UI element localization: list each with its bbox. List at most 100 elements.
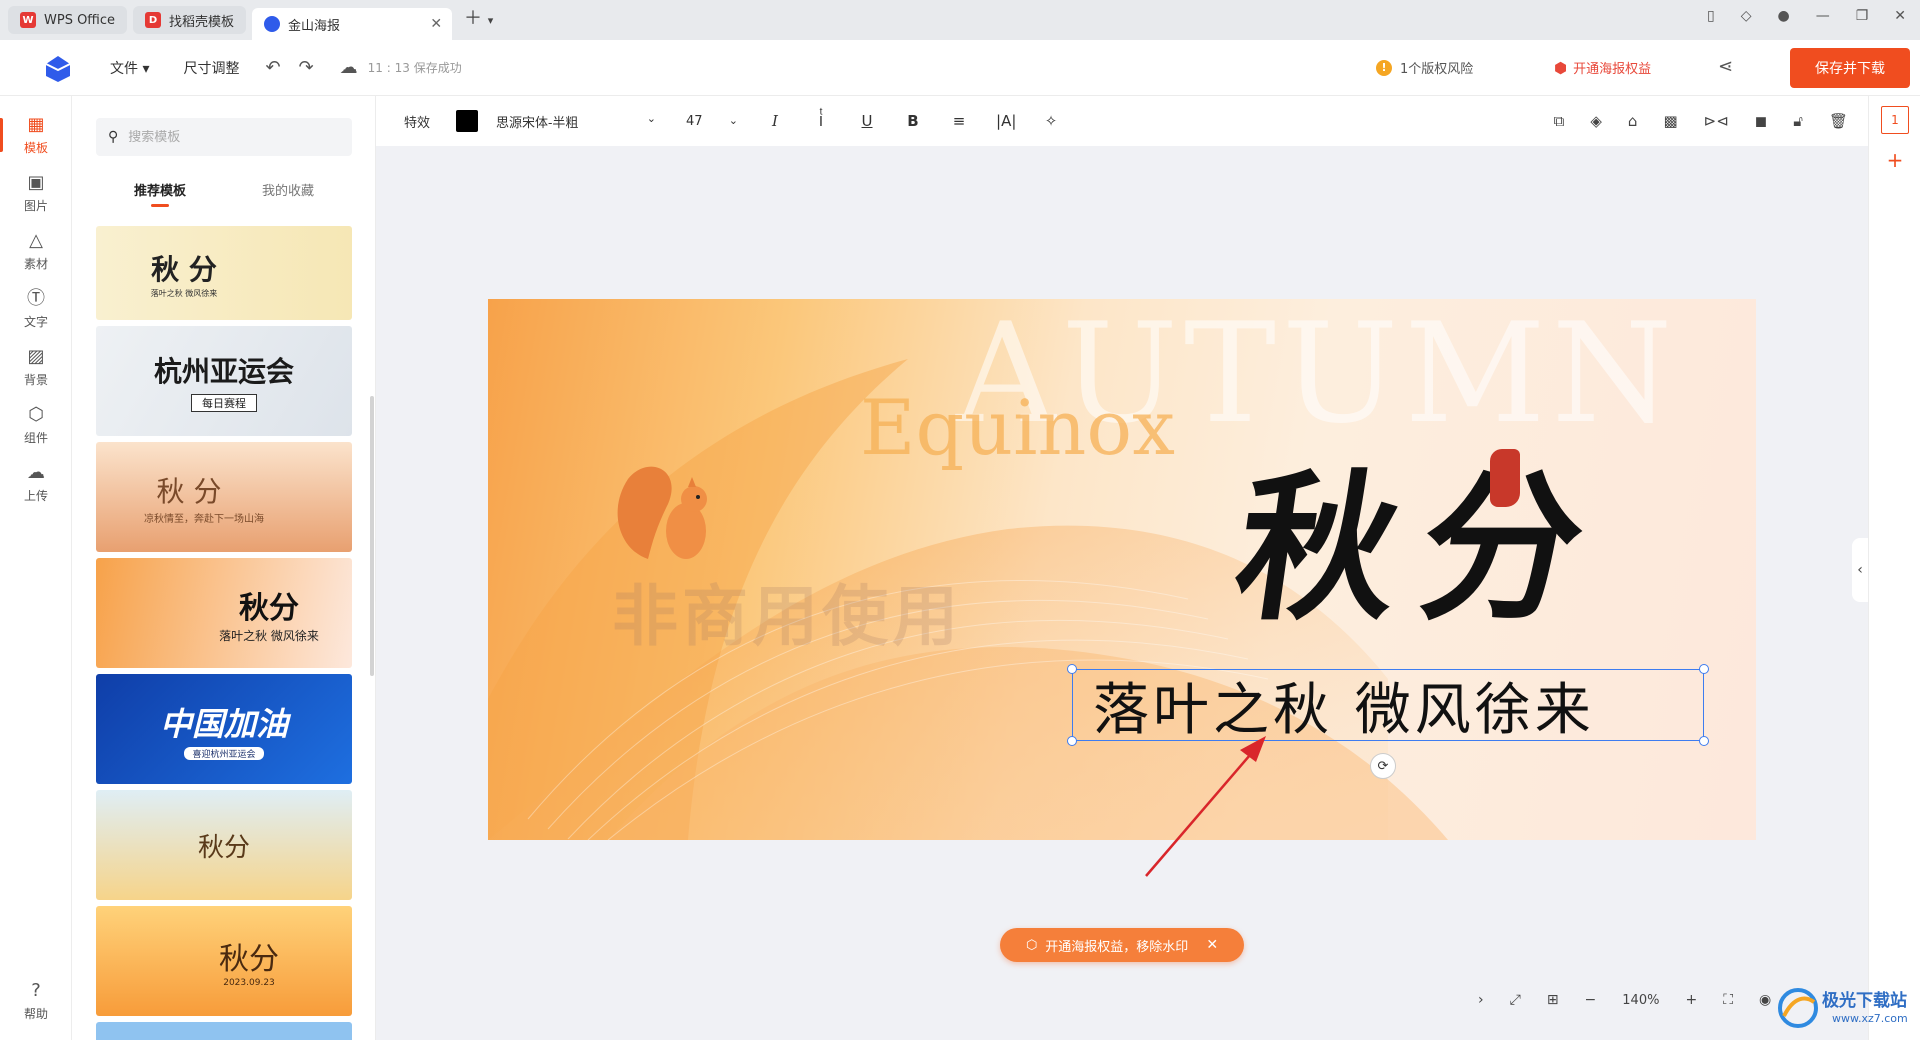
- new-tab-button[interactable]: ＋ ▾: [458, 4, 499, 30]
- italic-button[interactable]: I: [766, 112, 784, 130]
- format-painter-icon[interactable]: ⌂: [1628, 112, 1638, 130]
- rail-item-text[interactable]: Ⓣ 文字: [0, 280, 72, 338]
- rail-item-upload[interactable]: ☁ 上传: [0, 454, 72, 512]
- file-menu[interactable]: 文件 ▾: [110, 58, 149, 78]
- close-icon[interactable]: ✕: [430, 16, 442, 32]
- size-adjust-menu[interactable]: 尺寸调整: [183, 58, 239, 78]
- add-page-button[interactable]: +: [1881, 146, 1909, 174]
- thumb-title: 秋 分: [156, 474, 222, 508]
- transparency-icon[interactable]: ▩: [1663, 112, 1677, 130]
- squirrel-illustration[interactable]: [608, 449, 718, 569]
- preview-icon[interactable]: ◉: [1759, 992, 1771, 1008]
- tab-favorites[interactable]: 我的收藏: [262, 180, 314, 207]
- text-height-icon[interactable]: Iͭ: [812, 112, 830, 130]
- tab-docer[interactable]: D 找稻壳模板: [133, 6, 247, 34]
- search-input[interactable]: [128, 129, 329, 145]
- rail-item-help[interactable]: ? 帮助: [0, 972, 72, 1030]
- resize-handle[interactable]: [1699, 664, 1709, 674]
- template-thumb[interactable]: [96, 1022, 352, 1040]
- close-window-icon[interactable]: ✕: [1894, 8, 1906, 24]
- thumb-subtitle: 凉秋情至，奔赴下一场山海: [144, 513, 264, 525]
- collapse-right-button[interactable]: ‹: [1852, 538, 1868, 602]
- flip-icon[interactable]: ⊳⊲: [1704, 112, 1729, 130]
- text-icon: Ⓣ: [27, 287, 45, 309]
- tab-wps-office[interactable]: W WPS Office: [8, 6, 128, 34]
- fullscreen-icon[interactable]: ⛶: [1723, 992, 1733, 1008]
- undo-icon[interactable]: ↶: [265, 57, 280, 78]
- search-box[interactable]: ⚲: [96, 118, 352, 156]
- rail-item-template[interactable]: ▦ 模板: [0, 106, 72, 164]
- component-icon: ⬡: [28, 403, 44, 425]
- tab-recommended[interactable]: 推荐模板: [134, 180, 186, 207]
- zoom-level[interactable]: 140%: [1622, 993, 1659, 1008]
- site-name: 极光下载站: [1822, 991, 1907, 1011]
- page-thumb-1[interactable]: 1: [1881, 106, 1909, 134]
- site-watermark-logo: 极光下载站 www.xz7.com: [1776, 984, 1916, 1034]
- save-download-button[interactable]: 保存并下载: [1790, 48, 1910, 88]
- open-rights-link[interactable]: ⬢ 开通海报权益: [1554, 58, 1651, 78]
- copyright-risk[interactable]: ! 1个版权风险: [1376, 58, 1473, 77]
- template-thumb[interactable]: 中国加油 喜迎杭州亚运会: [96, 674, 352, 784]
- template-thumb[interactable]: 秋分: [96, 790, 352, 900]
- selected-text-box[interactable]: 落叶之秋 微风徐来: [1072, 669, 1704, 743]
- rail-label: 文字: [23, 314, 48, 329]
- template-thumb[interactable]: 秋 分 落叶之秋 微风徐来: [96, 226, 352, 320]
- restore-icon[interactable]: ❐: [1856, 8, 1869, 24]
- expand-icon[interactable]: ›: [1478, 992, 1484, 1008]
- zoom-in-icon[interactable]: +: [1685, 992, 1697, 1008]
- duplicate-icon[interactable]: ⧉: [1554, 112, 1565, 130]
- poster-equinox-text[interactable]: Equinox: [860, 383, 1175, 472]
- redo-icon[interactable]: ↷: [299, 57, 314, 78]
- underline-button[interactable]: U: [858, 112, 876, 130]
- template-thumb[interactable]: 秋分 2023.09.23: [96, 906, 352, 1016]
- bold-button[interactable]: B: [904, 112, 922, 130]
- resize-handle[interactable]: [1067, 736, 1077, 746]
- align-icon[interactable]: ≡: [950, 112, 968, 130]
- grid-icon[interactable]: ⊞: [1547, 992, 1559, 1008]
- share-icon[interactable]: ⋖: [1718, 56, 1733, 77]
- resize-handle[interactable]: [1067, 664, 1077, 674]
- layers-icon[interactable]: ◈: [1590, 112, 1602, 130]
- effect-button[interactable]: 特效: [404, 112, 430, 131]
- rail-item-image[interactable]: ▣ 图片: [0, 164, 72, 222]
- rail-item-material[interactable]: △ 素材: [0, 222, 72, 280]
- remove-watermark-promo[interactable]: ⬡ 开通海报权益，移除水印 ✕: [1000, 928, 1244, 962]
- panel-scrollbar[interactable]: [370, 396, 374, 676]
- thumb-title: 秋分: [239, 590, 299, 626]
- template-thumb[interactable]: 杭州亚运会 每日赛程: [96, 326, 352, 436]
- rights-hexagon-icon: ⬢: [1554, 58, 1568, 77]
- template-thumb[interactable]: 秋 分 凉秋情至，奔赴下一场山海: [96, 442, 352, 552]
- tab-poster[interactable]: 金山海报 ✕: [252, 8, 453, 40]
- fit-screen-icon[interactable]: ⤢: [1510, 992, 1521, 1008]
- delete-icon[interactable]: 🗑︎: [1829, 112, 1848, 130]
- lock-icon[interactable]: 🔓︎: [1793, 112, 1803, 130]
- red-seal-stamp[interactable]: [1490, 449, 1520, 507]
- selected-text-content: 落叶之秋 微风徐来: [1093, 677, 1595, 743]
- rail-label: 上传: [23, 488, 48, 503]
- thumb-subtitle: 落叶之秋 微风徐来: [219, 628, 319, 643]
- avatar-icon[interactable]: ●: [1777, 8, 1789, 24]
- template-thumb[interactable]: 秋分 落叶之秋 微风徐来: [96, 558, 352, 668]
- zoom-out-icon[interactable]: −: [1585, 992, 1597, 1008]
- rail-item-component[interactable]: ⬡ 组件: [0, 396, 72, 454]
- text-color-swatch[interactable]: [456, 110, 479, 132]
- close-icon[interactable]: ✕: [1206, 937, 1218, 953]
- resize-handle[interactable]: [1699, 736, 1709, 746]
- magic-icon[interactable]: ✧: [1042, 112, 1060, 130]
- sidebar-toggle-icon[interactable]: ▯: [1707, 8, 1715, 24]
- minimize-icon[interactable]: —: [1816, 8, 1830, 24]
- shadow-icon[interactable]: ◼: [1755, 112, 1767, 130]
- font-size-select[interactable]: 47 ⌄: [686, 114, 738, 129]
- letter-spacing-icon[interactable]: |A|: [996, 112, 1016, 130]
- poster-title-calligraphy[interactable]: 秋分: [1224, 419, 1625, 651]
- rotate-handle-icon[interactable]: ⟳: [1370, 753, 1396, 779]
- thumb-title: 秋 分: [151, 252, 217, 286]
- font-select[interactable]: 思源宋体-半粗 ⌄: [496, 112, 656, 131]
- rail-label: 背景: [23, 372, 48, 387]
- text-toolbar: 特效 思源宋体-半粗 ⌄ 47 ⌄ I Iͭ U B ≡ |A| ✧ ⧉ ◈ ⌂…: [376, 96, 1868, 146]
- poster-canvas[interactable]: AUTUMN Equinox 非商用使用 秋分: [488, 299, 1756, 840]
- browser-tab-strip: W WPS Office D 找稻壳模板 金山海报 ✕ ＋ ▾ ▯ ◇ ● — …: [0, 0, 1920, 40]
- rail-item-background[interactable]: ▨ 背景: [0, 338, 72, 396]
- material-icon: △: [29, 229, 43, 251]
- cube-icon[interactable]: ◇: [1741, 8, 1752, 24]
